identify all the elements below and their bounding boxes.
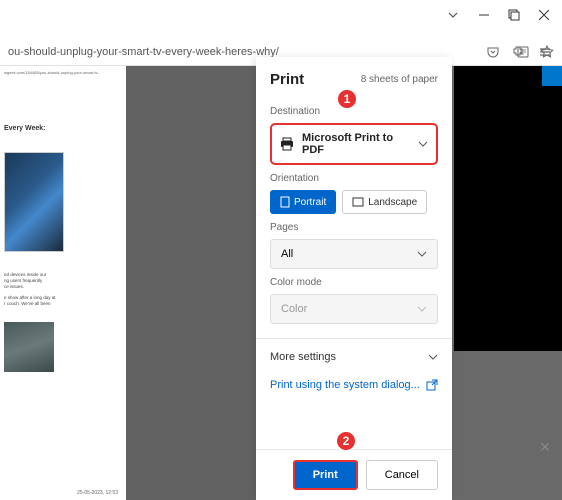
print-footer: Print Cancel (256, 449, 452, 500)
pages-select[interactable]: All (270, 239, 438, 269)
chevron-down-icon (417, 251, 427, 257)
pages-value: All (281, 248, 293, 260)
callout-1: 1 (336, 88, 358, 110)
window-controls (434, 0, 562, 30)
external-link-icon (426, 379, 438, 391)
color-label: Color mode (270, 277, 438, 288)
preview-image-1 (4, 152, 64, 252)
print-button[interactable]: Print (293, 460, 358, 490)
system-dialog-label: Print using the system dialog... (270, 379, 420, 391)
portrait-button[interactable]: Portrait (270, 190, 336, 214)
print-preview-page: wgeek.com/154485/you-should-unplug-your-… (0, 66, 126, 500)
chevron-down-icon (417, 306, 427, 312)
pocket-icon[interactable] (486, 45, 500, 59)
callout-2: 2 (335, 430, 357, 452)
portrait-icon (280, 196, 290, 208)
sheets-count: 8 sheets of paper (361, 74, 438, 85)
url-text: ou-should-unplug-your-smart-tv-every-wee… (8, 46, 508, 58)
orientation-label: Orientation (270, 173, 438, 184)
chevron-down-icon (428, 354, 438, 360)
preview-body-text: ed devices inside our ng users frequentl… (4, 272, 122, 307)
color-select: Color (270, 294, 438, 324)
color-value: Color (281, 303, 307, 315)
portrait-label: Portrait (294, 197, 326, 208)
ad-badge (542, 66, 562, 86)
maximize-icon[interactable] (508, 9, 520, 21)
minimize-icon[interactable] (478, 9, 490, 21)
orientation-group: Portrait Landscape (270, 190, 438, 214)
landscape-label: Landscape (368, 197, 417, 208)
destination-value: Microsoft Print to PDF (302, 132, 410, 156)
preview-image-2 (4, 322, 54, 372)
more-settings-toggle[interactable]: More settings (270, 339, 438, 375)
chevron-down-icon (418, 141, 428, 147)
chevron-down-icon[interactable] (446, 8, 460, 22)
menu-icon[interactable] (538, 45, 552, 59)
destination-select[interactable]: Microsoft Print to PDF (270, 123, 438, 165)
ad-close-icon[interactable]: × (533, 435, 557, 459)
extensions-icon[interactable] (512, 45, 526, 59)
cancel-button[interactable]: Cancel (366, 460, 438, 490)
printer-icon (280, 137, 294, 151)
print-title: Print (270, 71, 304, 88)
close-icon[interactable] (538, 9, 550, 21)
destination-label: Destination (270, 106, 438, 117)
preview-heading: Every Week: (4, 125, 122, 132)
preview-url: wgeek.com/154485/you-should-unplug-your-… (4, 70, 122, 75)
pages-label: Pages (270, 222, 438, 233)
ad-placeholder (454, 66, 562, 351)
system-dialog-link[interactable]: Print using the system dialog... (270, 375, 438, 395)
preview-date: 25-05-2023, 12:53 (77, 490, 118, 496)
dim-overlay (126, 66, 256, 500)
landscape-button[interactable]: Landscape (342, 190, 427, 214)
more-settings-label: More settings (270, 351, 336, 363)
landscape-icon (352, 197, 364, 207)
